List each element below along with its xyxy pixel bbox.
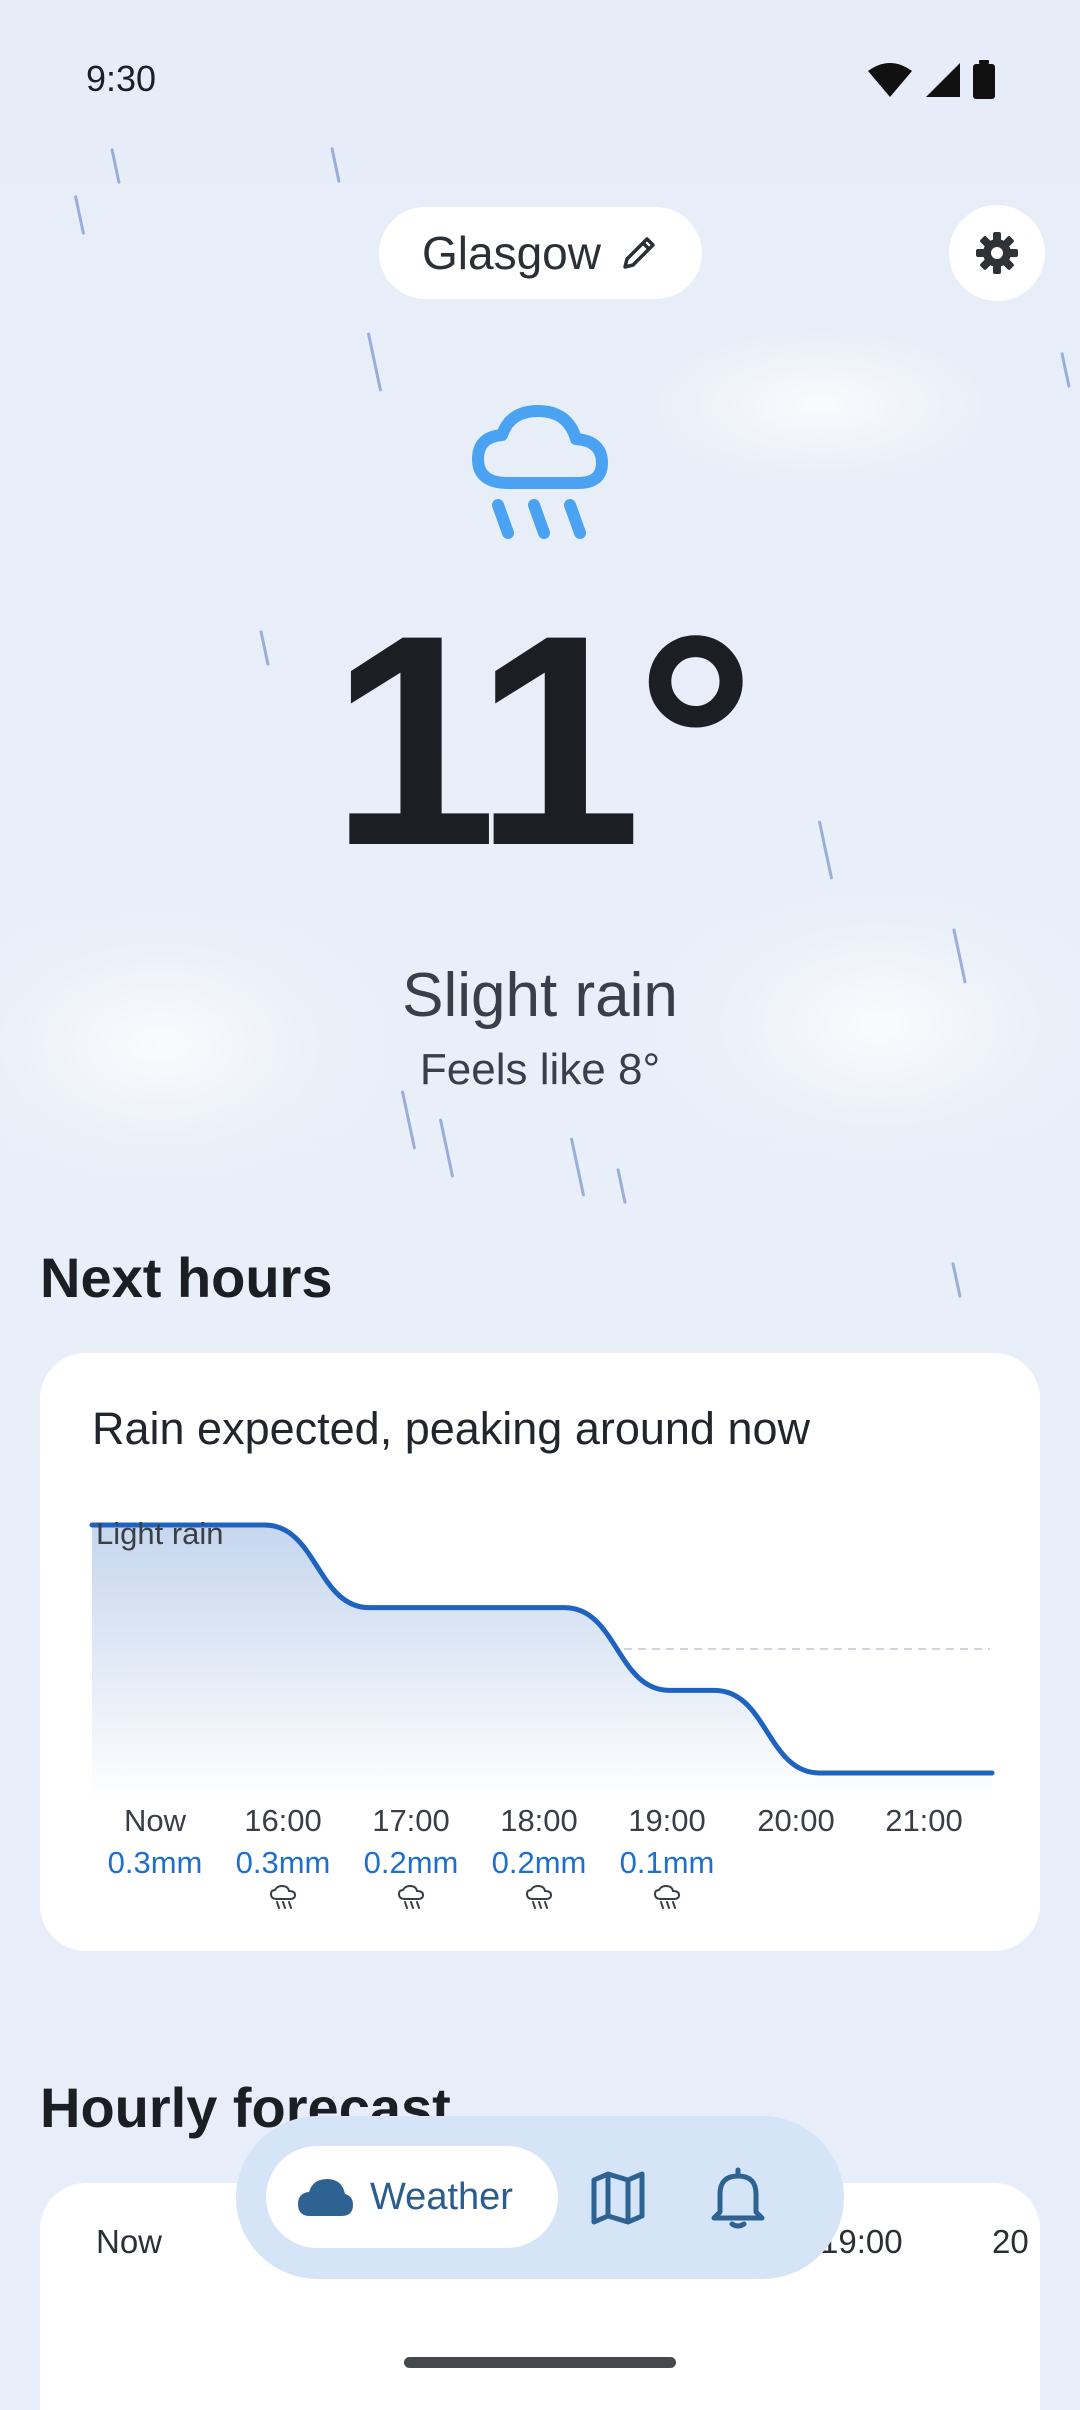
nav-weather-label: Weather [370, 2175, 513, 2218]
tick-amount-label: 0.2mm [491, 1845, 587, 1880]
current-condition: Slight rain [402, 961, 678, 1030]
pencil-icon [623, 237, 655, 269]
rain-icon [603, 1885, 731, 1911]
rain-streak [73, 195, 86, 235]
nav-weather-tab[interactable]: Weather [266, 2146, 558, 2248]
next-hours-title: Next hours [40, 1246, 333, 1309]
rain-streak [569, 1137, 586, 1197]
home-indicator[interactable] [404, 2357, 676, 2368]
time-tick: 16:00 0.3mm [219, 1803, 347, 1911]
tick-time-label: 17:00 [372, 1803, 450, 1838]
map-icon[interactable] [588, 2168, 648, 2228]
signal-icon [926, 63, 960, 97]
tick-time-label: 18:00 [500, 1803, 578, 1838]
rain-icon [347, 1885, 475, 1911]
status-time: 9:30 [86, 58, 157, 99]
next-hours-card: Rain expected, peaking around now Light … [40, 1353, 1040, 1951]
time-tick: 21:00 [860, 1803, 988, 1839]
gear-icon [976, 232, 1018, 274]
hourly-column-label: Now [96, 2223, 163, 2260]
current-temperature: 11° [330, 572, 755, 908]
location-chip[interactable]: Glasgow [379, 207, 702, 299]
rain-icon [475, 1885, 603, 1911]
bottom-navigation: Weather [236, 2116, 844, 2279]
light-rain-label: Light rain [96, 1516, 224, 1551]
rain-streak [616, 1168, 627, 1204]
tick-amount-label: 0.3mm [107, 1845, 203, 1880]
tick-time-label: Now [123, 1803, 186, 1838]
time-tick: Now 0.3mm [91, 1803, 219, 1881]
rain-streak [110, 148, 121, 184]
battery-icon [973, 60, 995, 99]
settings-button[interactable] [949, 205, 1045, 301]
cloud-decoration [560, 290, 1080, 520]
rain-streak [330, 147, 341, 183]
rain-streak [366, 332, 383, 392]
tick-time-label: 19:00 [628, 1803, 706, 1838]
tick-time-label: 20:00 [757, 1803, 835, 1838]
feels-like: Feels like 8° [419, 1045, 661, 1094]
rain-streak [951, 1262, 962, 1298]
weather-screen: 9:30 Glasgow 11° Slight rain Feels like … [0, 0, 1080, 2410]
status-icons [866, 60, 996, 100]
rain-cloud-icon [472, 405, 608, 539]
bell-icon[interactable] [708, 2166, 768, 2230]
rain-icon [219, 1885, 347, 1911]
tick-amount-label: 0.2mm [363, 1845, 459, 1880]
time-tick: 19:00 0.1mm [603, 1803, 731, 1911]
rain-streak [400, 1090, 417, 1150]
location-label: Glasgow [422, 227, 601, 279]
tick-amount-label: 0.3mm [235, 1845, 331, 1880]
tick-time-label: 21:00 [885, 1803, 963, 1838]
tick-time-label: 16:00 [244, 1803, 322, 1838]
time-tick: 20:00 [732, 1803, 860, 1839]
time-tick: 18:00 0.2mm [475, 1803, 603, 1911]
precipitation-area [92, 1525, 992, 1803]
tick-amount-label: 0.1mm [619, 1845, 715, 1880]
wifi-icon [868, 63, 912, 97]
cloud-icon [298, 2179, 353, 2216]
rain-streak [438, 1118, 455, 1178]
hourly-column-label: 20 [992, 2223, 1029, 2260]
time-tick: 17:00 0.2mm [347, 1803, 475, 1911]
